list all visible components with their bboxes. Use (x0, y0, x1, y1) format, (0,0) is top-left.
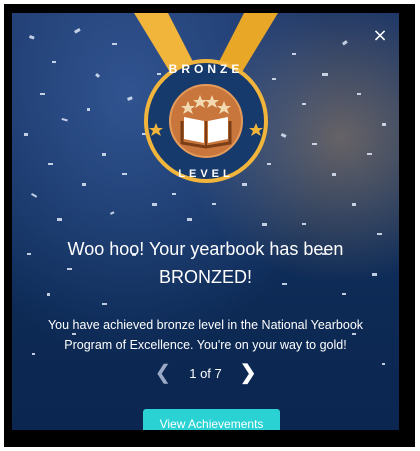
achievement-message: You have achieved bronze level in the Na… (30, 315, 381, 355)
page-indicator: 1 of 7 (189, 365, 222, 381)
bronze-medal: BRONZE LEVEL (134, 13, 278, 183)
headline-line-2: BRONZED! (158, 267, 252, 287)
close-icon[interactable]: × (371, 27, 389, 45)
pager: ❮ 1 of 7 ❯ (12, 363, 399, 383)
message-line-1: You have achieved bronze level in the Na… (47, 318, 364, 332)
chevron-left-icon[interactable]: ❮ (154, 363, 171, 383)
message-line-2: Program of Excellence. You're on your wa… (64, 338, 347, 352)
badge-bottom-text: LEVEL (178, 168, 233, 180)
badge-top-text: BRONZE (169, 62, 244, 76)
chevron-right-icon[interactable]: ❯ (240, 363, 257, 383)
view-achievements-button[interactable]: View Achievements (143, 409, 280, 430)
headline: Woo hoo! Your yearbook has been BRONZED! (12, 235, 399, 291)
achievement-modal: BRONZE LEVEL × Woo hoo! Your yearbook ha… (12, 13, 399, 430)
headline-line-1: Woo hoo! Your yearbook has been (67, 239, 344, 259)
